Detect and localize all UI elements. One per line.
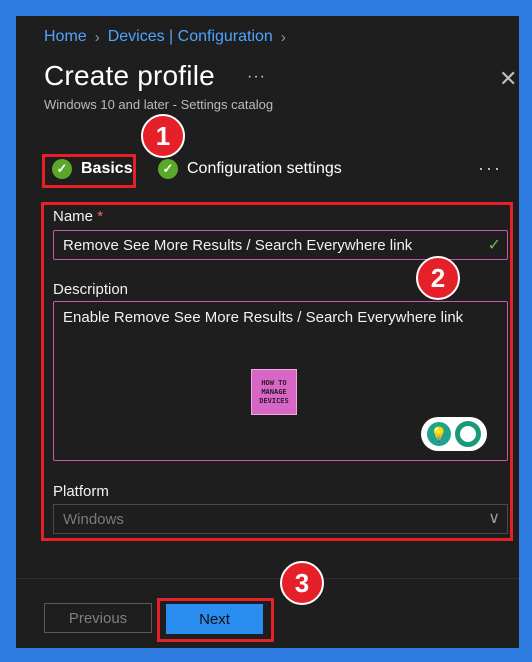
- name-value: Remove See More Results / Search Everywh…: [63, 236, 413, 254]
- chevron-right-icon: ›: [280, 28, 286, 46]
- tab-label: Configuration settings: [187, 160, 342, 177]
- chevron-down-icon: ∨: [488, 510, 500, 527]
- tab-label: Basics: [81, 160, 133, 177]
- next-button[interactable]: Next: [166, 604, 263, 634]
- wizard-tabs: ✓ Basics ✓ Configuration settings ···: [16, 154, 519, 190]
- page-title: Create profile: [44, 60, 215, 91]
- more-options-icon[interactable]: ···: [478, 158, 502, 179]
- name-label: Name *: [53, 208, 103, 225]
- tab-basics[interactable]: ✓ Basics: [52, 159, 133, 179]
- assistant-chat-icon[interactable]: [455, 421, 481, 447]
- name-label-text: Name: [53, 208, 94, 225]
- tab-configuration-settings[interactable]: ✓ Configuration settings: [158, 159, 342, 179]
- breadcrumb-devices-configuration[interactable]: Devices | Configuration: [108, 28, 273, 46]
- lightbulb-icon[interactable]: 💡: [427, 422, 451, 446]
- platform-label: Platform: [53, 483, 109, 500]
- platform-value: Windows: [63, 510, 124, 528]
- chevron-right-icon: ›: [94, 28, 100, 46]
- checkmark-icon: ✓: [158, 159, 178, 179]
- breadcrumb-home[interactable]: Home: [44, 28, 87, 46]
- description-label: Description: [53, 281, 129, 298]
- callout-badge-1: 1: [141, 114, 185, 158]
- valid-check-icon: ✓: [487, 237, 501, 254]
- howtomanagedevices-logo: HOW TO MANAGE DEVICES: [251, 369, 297, 415]
- description-value: Enable Remove See More Results / Search …: [63, 309, 464, 326]
- required-mark: *: [97, 208, 104, 225]
- page-subtitle: Windows 10 and later - Settings catalog: [44, 97, 274, 112]
- writing-assistant-widget[interactable]: 💡: [421, 417, 487, 451]
- platform-select[interactable]: Windows ∨: [53, 504, 508, 534]
- callout-badge-2: 2: [416, 256, 460, 300]
- breadcrumb: Home › Devices | Configuration ›: [44, 28, 286, 46]
- footer-divider: [16, 578, 519, 579]
- description-textarea[interactable]: Enable Remove See More Results / Search …: [53, 301, 508, 461]
- close-icon[interactable]: ✕: [499, 66, 517, 92]
- previous-button[interactable]: Previous: [44, 603, 152, 633]
- more-options-icon[interactable]: ···: [247, 68, 266, 86]
- callout-badge-3: 3: [280, 561, 324, 605]
- create-profile-panel: Home › Devices | Configuration › Create …: [16, 16, 519, 648]
- checkmark-icon: ✓: [52, 159, 72, 179]
